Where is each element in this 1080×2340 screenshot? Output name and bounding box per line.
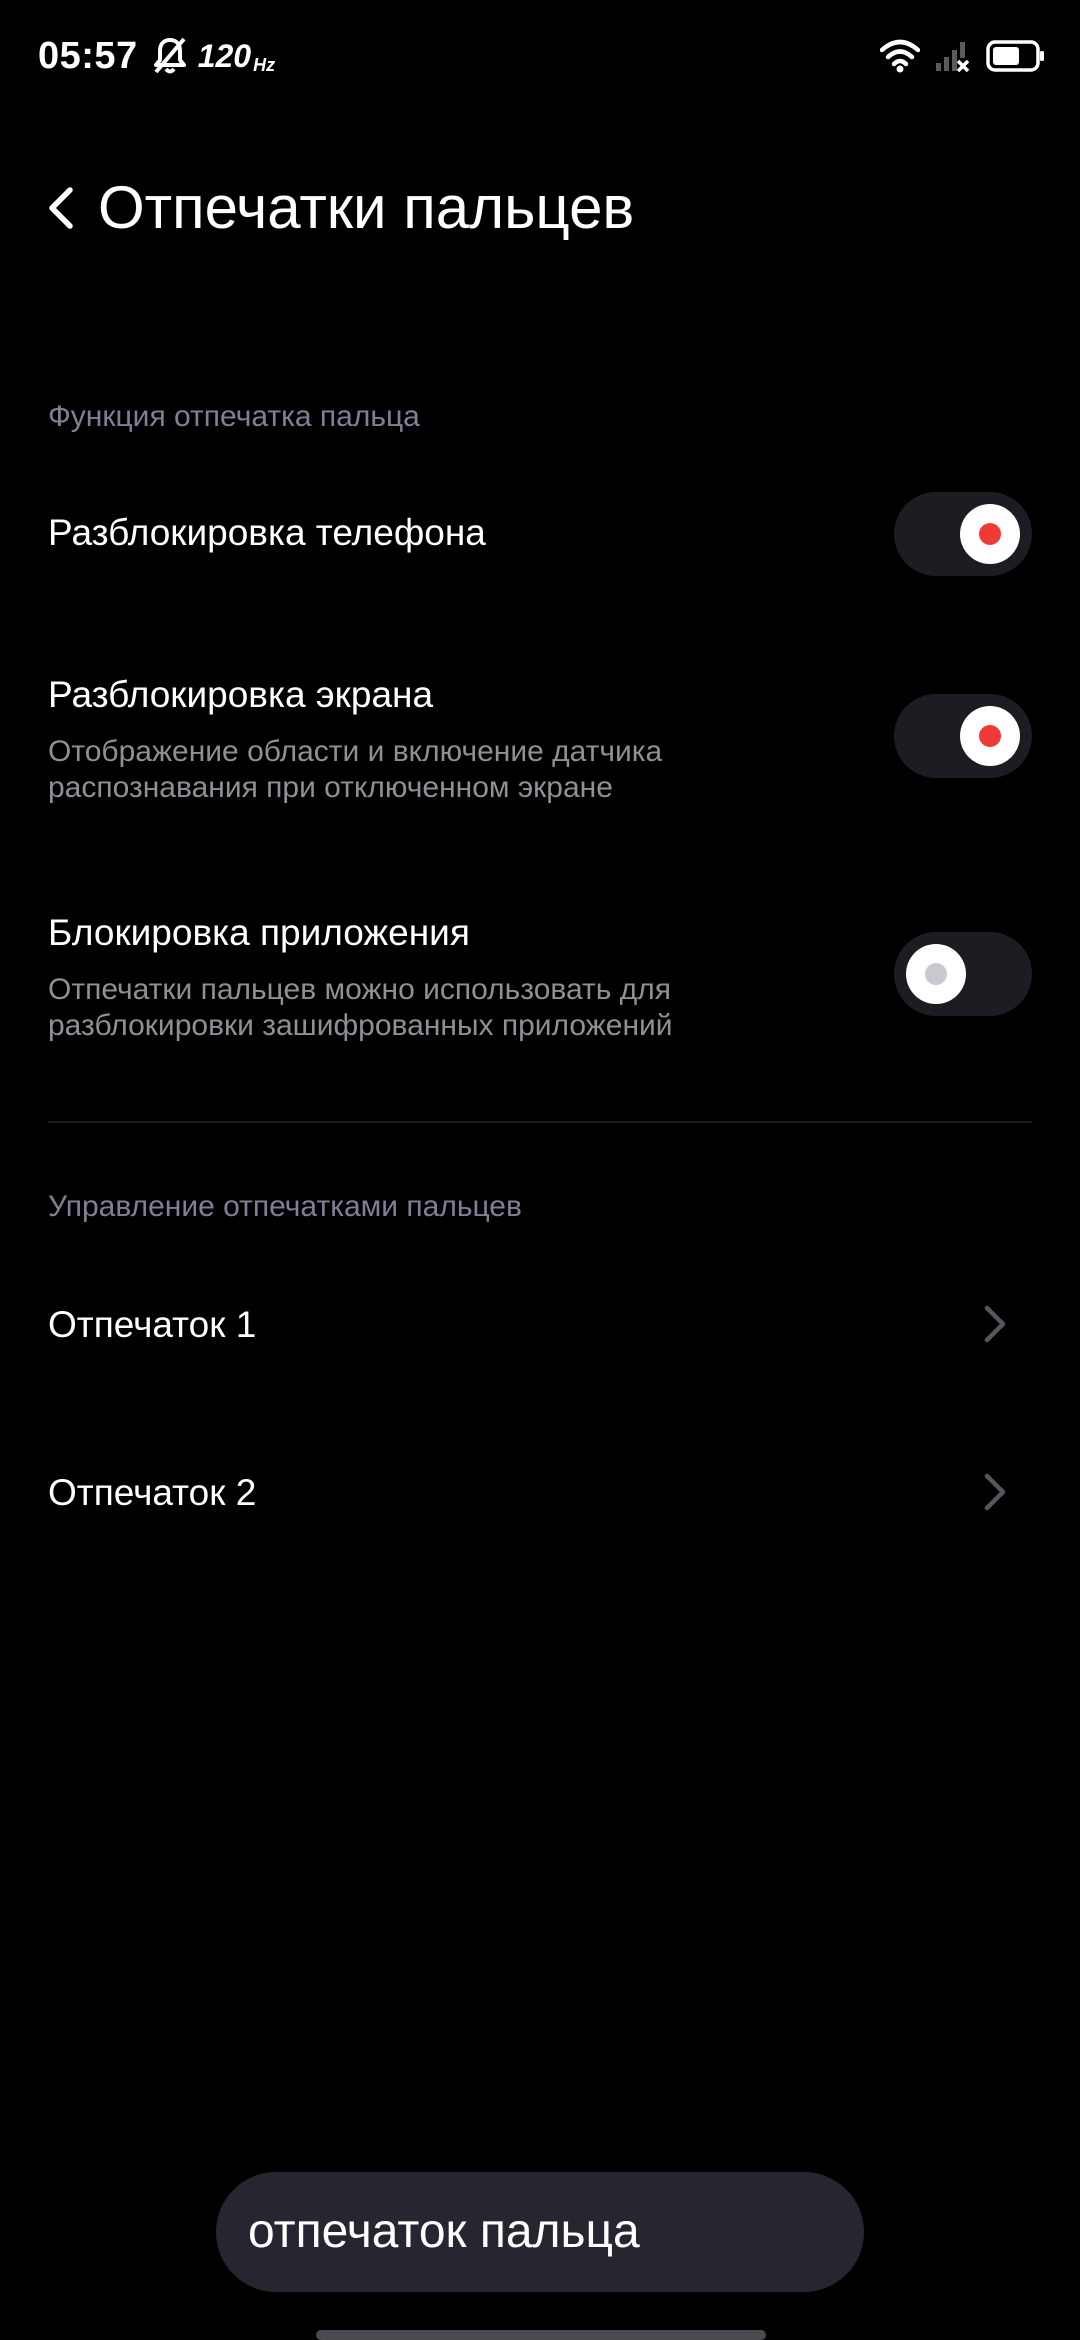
page-title: Отпечатки пальцев [98, 174, 635, 241]
status-bar: 05:57 120 Hz [0, 0, 1080, 112]
row-title: Блокировка приложения [48, 912, 470, 953]
toggle-dot [979, 523, 1001, 545]
list-item-fingerprint-2[interactable]: Отпечаток 2 [0, 1438, 1080, 1548]
row-title: Отпечаток 2 [48, 1472, 257, 1513]
section-header-function: Функция отпечатка пальца [48, 400, 420, 433]
toggle-screen-unlock[interactable] [894, 694, 1032, 778]
chevron-right-icon [980, 1302, 1010, 1346]
toggle-dot [925, 963, 947, 985]
toggle-app-lock[interactable] [894, 932, 1032, 1016]
toggle-knob [960, 706, 1020, 766]
row-title: Разблокировка экрана [48, 674, 434, 715]
bell-off-icon [152, 36, 188, 76]
row-title: Отпечаток 1 [48, 1304, 257, 1345]
chevron-right-icon [980, 1470, 1010, 1514]
bottom-search-pill[interactable]: отпечаток пальца [216, 2172, 864, 2292]
setting-row-app-lock[interactable]: Блокировка приложения Отпечатки пальцев … [0, 898, 1080, 1058]
setting-row-phone-unlock[interactable]: Разблокировка телефона [0, 470, 1080, 600]
section-header-management: Управление отпечатками пальцев [48, 1190, 522, 1223]
wifi-icon [880, 39, 920, 73]
refresh-rate-unit: Hz [253, 55, 276, 75]
battery-icon [986, 39, 1046, 73]
row-title: Разблокировка телефона [48, 512, 486, 553]
toggle-knob [960, 504, 1020, 564]
toggle-knob [906, 944, 966, 1004]
section-divider [48, 1121, 1032, 1123]
toggle-phone-unlock[interactable] [894, 492, 1032, 576]
refresh-rate: 120 [197, 37, 252, 74]
home-indicator[interactable] [316, 2330, 766, 2340]
bottom-search-text: отпечаток пальца [248, 2205, 640, 2258]
toggle-dot [979, 725, 1001, 747]
row-subtitle: Отображение области и включение датчика … [48, 735, 663, 804]
no-signal-icon [934, 39, 970, 73]
list-item-fingerprint-1[interactable]: Отпечаток 1 [0, 1270, 1080, 1380]
status-left: 05:57 120 Hz [38, 30, 275, 82]
setting-row-screen-unlock[interactable]: Разблокировка экрана Отображение области… [0, 660, 1080, 820]
status-right [880, 34, 1046, 78]
row-subtitle: Отпечатки пальцев можно использовать для… [48, 973, 673, 1042]
status-time: 05:57 [38, 34, 138, 77]
header: Отпечатки пальцев [0, 160, 1080, 256]
back-arrow-icon[interactable] [40, 184, 84, 232]
